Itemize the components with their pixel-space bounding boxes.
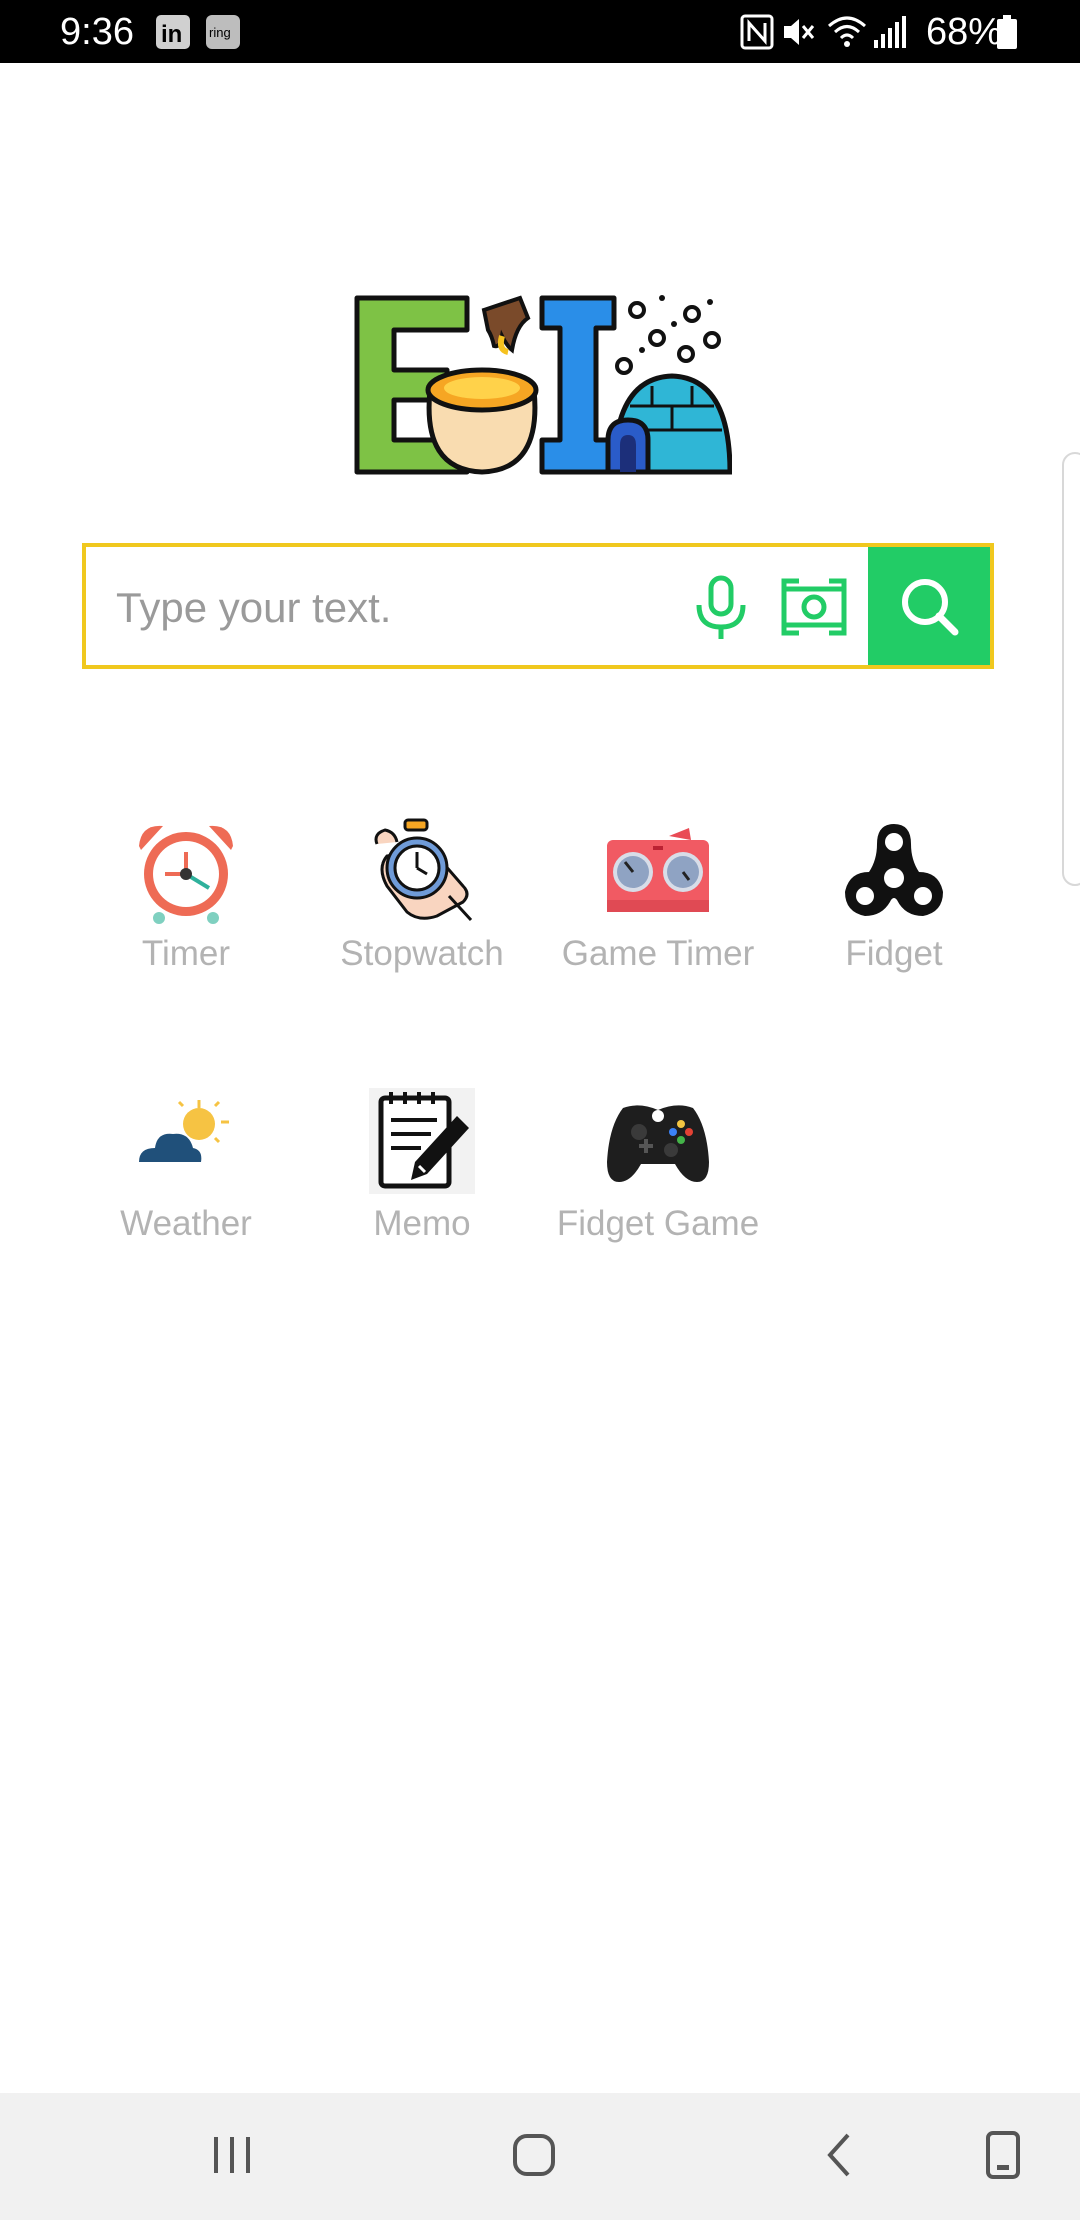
- recents-icon[interactable]: [210, 2127, 254, 2183]
- signal-icon: [874, 16, 906, 48]
- app-label: Weather: [120, 1204, 252, 1243]
- back-icon[interactable]: [820, 2127, 860, 2183]
- app-timer[interactable]: Timer: [68, 816, 304, 1016]
- gamepad-icon: [607, 1105, 709, 1182]
- mute-icon: [784, 19, 815, 45]
- battery-percent: 68%: [925, 11, 1002, 53]
- search-bar: [82, 543, 994, 669]
- app-fidget[interactable]: Fidget: [776, 816, 1012, 1016]
- battery-icon: [997, 15, 1017, 49]
- app-stopwatch[interactable]: Stopwatch: [304, 816, 540, 1016]
- wifi-icon: [828, 16, 866, 47]
- app-memo[interactable]: Memo: [304, 1086, 540, 1286]
- rotate-icon[interactable]: [984, 2127, 1024, 2183]
- home-icon[interactable]: [510, 2127, 560, 2183]
- ring-icon: ring: [206, 15, 240, 49]
- app-fidget-game[interactable]: Fidget Game: [540, 1086, 776, 1286]
- stopwatch-icon: [374, 818, 473, 922]
- nfc-icon: [740, 14, 774, 50]
- game-timer-icon: [607, 828, 709, 912]
- app-label: Timer: [141, 934, 231, 973]
- app-label: Stopwatch: [340, 934, 504, 973]
- svg-text:in: in: [161, 21, 182, 48]
- memo-icon: [369, 1088, 475, 1194]
- app-label: Fidget: [845, 934, 943, 973]
- weather-icon: [139, 1100, 229, 1162]
- search-icon: [902, 579, 959, 636]
- app-label: Memo: [373, 1204, 471, 1243]
- camera-icon[interactable]: [781, 577, 847, 637]
- status-bar: 9:36 in ring 68%: [0, 0, 1080, 63]
- search-input[interactable]: [114, 575, 738, 641]
- app-weather[interactable]: Weather: [68, 1086, 304, 1286]
- edge-panel-handle[interactable]: [1062, 452, 1080, 886]
- svg-text:ring: ring: [209, 25, 231, 40]
- alarm-clock-icon: [139, 825, 233, 924]
- microphone-icon[interactable]: [691, 575, 751, 641]
- status-time: 9:36: [60, 11, 134, 53]
- app-logo: [354, 295, 732, 475]
- navigation-bar: [0, 2093, 1080, 2220]
- app-label: Game Timer: [561, 934, 755, 973]
- search-button[interactable]: [868, 547, 990, 665]
- app-label: Fidget Game: [556, 1204, 760, 1243]
- fidget-spinner-icon: [845, 824, 943, 916]
- app-game-timer[interactable]: Game Timer: [540, 816, 776, 1016]
- linkedin-icon: in: [156, 15, 190, 49]
